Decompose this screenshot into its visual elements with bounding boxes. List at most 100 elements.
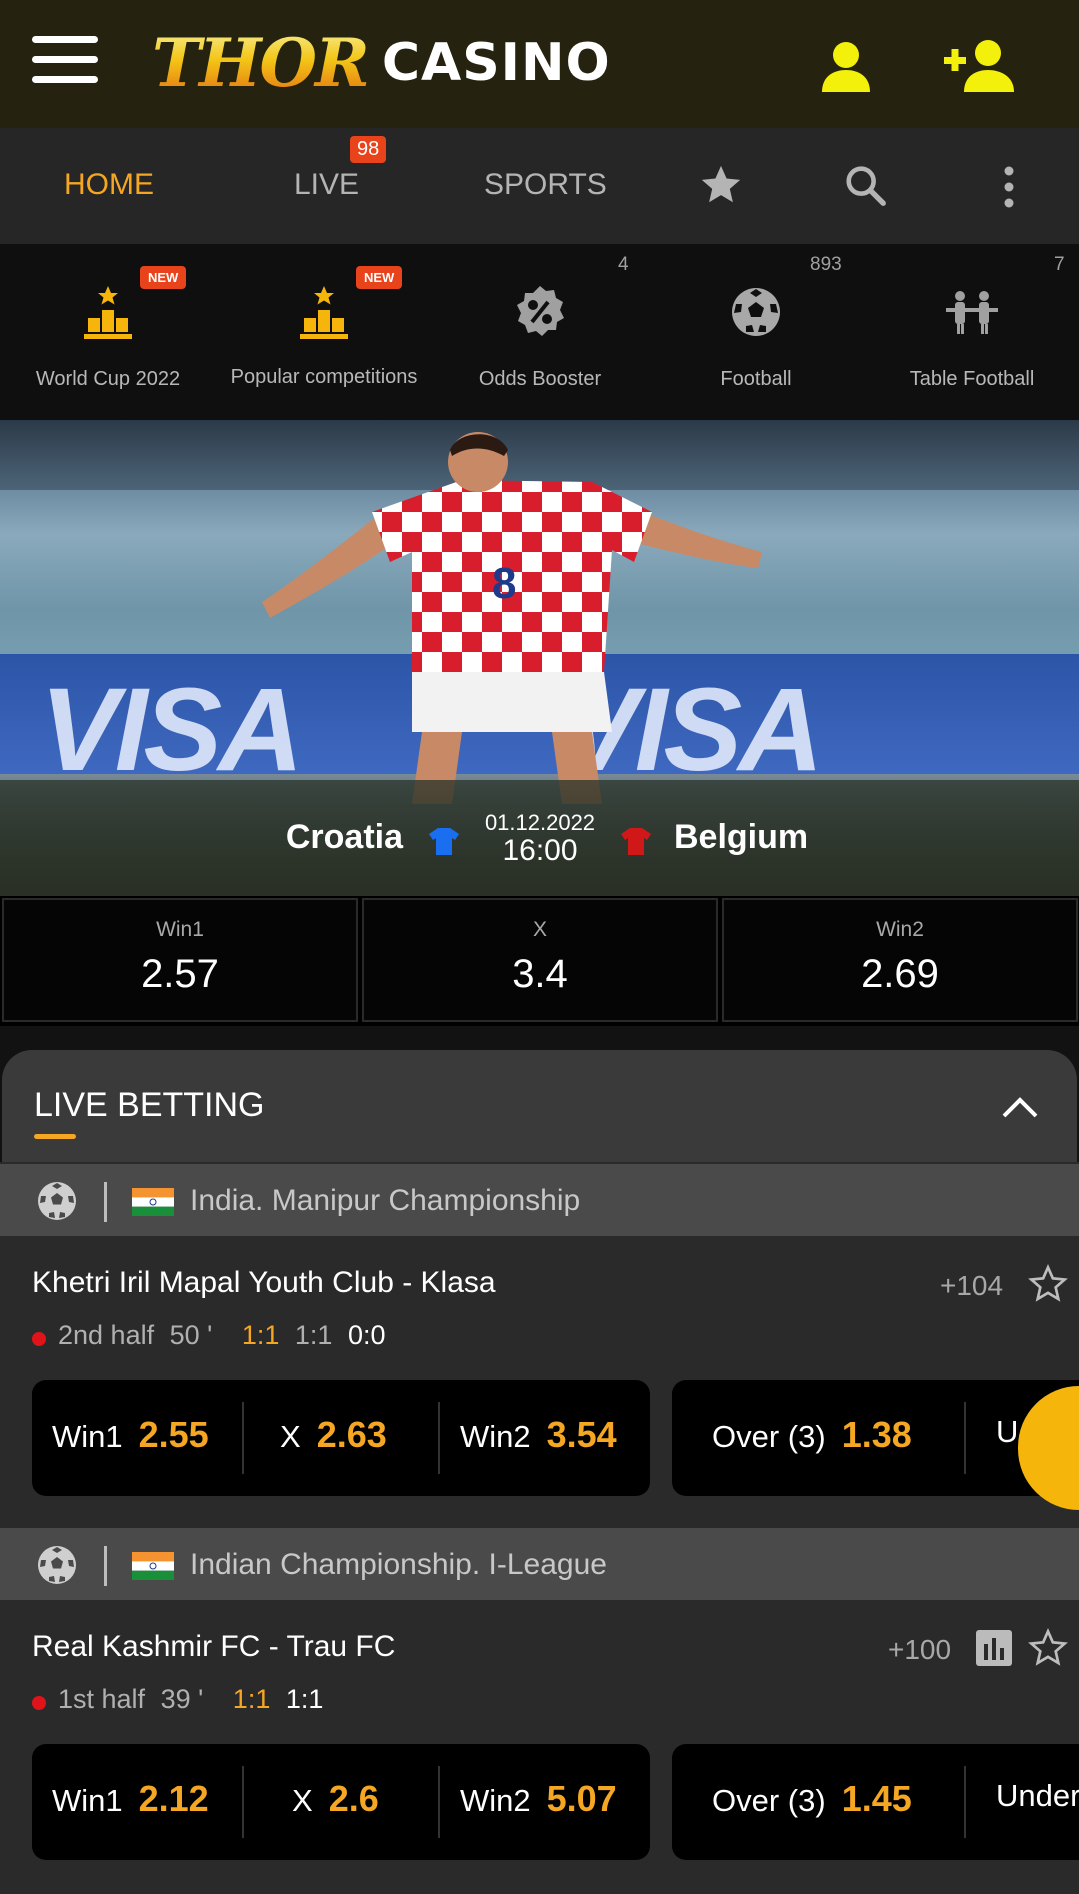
bet-under-button[interactable]: Under xyxy=(996,1778,1079,1814)
tab-live[interactable]: LIVE xyxy=(294,168,359,202)
bet-odd: 2.12 xyxy=(138,1778,209,1819)
bet-over-button[interactable]: Over (3) 1.45 xyxy=(712,1778,912,1820)
bet-win2-button[interactable]: Win2 5.07 xyxy=(460,1778,617,1820)
league-name: India. Manipur Championship xyxy=(190,1184,581,1217)
category-table-football[interactable]: 7 Table Football xyxy=(864,244,1079,420)
bet-under-button[interactable]: U xyxy=(996,1414,1018,1450)
add-user-icon[interactable] xyxy=(942,36,1018,94)
match-status: 1st half 39 ' 1:1 1:1 xyxy=(58,1684,323,1715)
match-title: Khetri Iril Mapal Youth Club - Klasa xyxy=(32,1266,496,1299)
divider xyxy=(438,1402,440,1474)
match-period: 1st half xyxy=(58,1684,146,1714)
main-nav: HOME LIVE 98 SPORTS xyxy=(0,128,1079,244)
bet-win1-button[interactable]: Win1 2.12 xyxy=(52,1778,209,1820)
match-minute: 50 ' xyxy=(169,1320,213,1350)
percent-badge-icon xyxy=(517,286,564,336)
main-odds-box: Win1 2.55 X 2.63 Win2 3.54 xyxy=(32,1380,650,1496)
match-minute: 39 ' xyxy=(160,1684,204,1714)
odd-win1-button[interactable]: Win1 2.57 xyxy=(2,898,358,1022)
divider xyxy=(964,1402,966,1474)
logo-thor-text: THOR xyxy=(152,24,370,102)
bet-label: X xyxy=(292,1783,313,1818)
odd-label: X xyxy=(532,918,547,941)
more-markets-count[interactable]: +100 xyxy=(888,1634,951,1666)
divider xyxy=(104,1546,107,1586)
tab-home[interactable]: HOME xyxy=(64,168,154,202)
football-icon xyxy=(38,1182,76,1220)
section-title: LIVE BETTING xyxy=(34,1086,265,1124)
live-dot xyxy=(32,1696,46,1710)
main-odds-box: Win1 2.12 X 2.6 Win2 5.07 xyxy=(32,1744,650,1860)
score-current: 1:1 xyxy=(285,1684,324,1714)
bet-odd: 2.6 xyxy=(328,1778,379,1819)
divider xyxy=(242,1766,244,1838)
statistics-icon[interactable] xyxy=(976,1630,1012,1666)
featured-match-banner[interactable]: VISA VISA 8 Croatia 01.12.2022 16:00 Bel… xyxy=(0,420,1079,896)
india-flag-icon xyxy=(132,1188,174,1216)
live-dot xyxy=(32,1332,46,1346)
user-icon[interactable] xyxy=(818,38,874,94)
more-options-icon[interactable] xyxy=(996,164,1022,210)
odd-value: 3.4 xyxy=(512,952,568,996)
svg-text:8: 8 xyxy=(492,559,516,608)
divider xyxy=(242,1402,244,1474)
more-markets-count[interactable]: +104 xyxy=(940,1270,1003,1302)
bet-win2-button[interactable]: Win2 3.54 xyxy=(460,1414,617,1456)
favorite-star-icon[interactable] xyxy=(1028,1628,1068,1668)
odd-win2-button[interactable]: Win2 2.69 xyxy=(722,898,1078,1022)
match-period: 2nd half xyxy=(58,1320,155,1350)
league-header[interactable]: Indian Championship. I-League xyxy=(0,1526,1079,1600)
favorite-star-icon[interactable] xyxy=(1028,1264,1068,1304)
live-match-card[interactable]: Khetri Iril Mapal Youth Club - Klasa +10… xyxy=(0,1236,1079,1526)
featured-odds-row: Win1 2.57 X 3.4 Win2 2.69 xyxy=(0,896,1079,1026)
bet-label: Win1 xyxy=(52,1419,123,1454)
league-name: Indian Championship. I-League xyxy=(190,1548,607,1581)
search-icon[interactable] xyxy=(842,162,888,208)
live-count-badge: 98 xyxy=(350,136,387,163)
live-match-card[interactable]: Real Kashmir FC - Trau FC +100 1st half … xyxy=(0,1600,1079,1894)
bet-over-button[interactable]: Over (3) 1.38 xyxy=(712,1414,912,1456)
bet-win1-button[interactable]: Win1 2.55 xyxy=(52,1414,209,1456)
chevron-up-icon[interactable] xyxy=(1000,1092,1040,1122)
category-popular-competitions[interactable]: NEW Popular competitions xyxy=(216,244,432,420)
football-icon xyxy=(38,1546,76,1584)
table-football-icon xyxy=(946,291,998,334)
live-betting-header[interactable]: LIVE BETTING xyxy=(2,1050,1077,1162)
league-header[interactable]: India. Manipur Championship xyxy=(0,1162,1079,1236)
bet-odd: 3.54 xyxy=(546,1414,617,1455)
thor-casino-logo[interactable]: THOR CASINO xyxy=(152,18,611,108)
bet-label: Over (3) xyxy=(712,1783,826,1818)
player-photo: 8 xyxy=(262,432,762,804)
odd-draw-button[interactable]: X 3.4 xyxy=(362,898,718,1022)
bet-odd: 2.63 xyxy=(316,1414,387,1455)
bet-draw-button[interactable]: X 2.63 xyxy=(280,1414,387,1456)
odd-value: 2.57 xyxy=(141,952,219,996)
category-world-cup-2022[interactable]: NEW World Cup 2022 xyxy=(0,244,216,420)
podium-trophy-icon xyxy=(300,286,348,339)
bet-draw-button[interactable]: X 2.6 xyxy=(292,1778,379,1820)
favorites-star-icon[interactable] xyxy=(698,162,744,208)
score-total: 1:1 xyxy=(241,1320,280,1350)
logo-casino-text: CASINO xyxy=(381,33,611,93)
category-odds-booster[interactable]: 4 Odds Booster xyxy=(432,244,648,420)
new-badge: NEW xyxy=(140,266,187,289)
app-header: THOR CASINO xyxy=(0,0,1079,128)
team1-shirt-icon xyxy=(429,828,459,855)
category-count: 893 xyxy=(810,254,842,275)
title-underline xyxy=(34,1134,76,1139)
divider xyxy=(104,1182,107,1222)
odd-label: Win1 xyxy=(156,918,204,941)
totals-odds-box: Over (3) 1.45 Under xyxy=(672,1744,1079,1860)
match-title: Real Kashmir FC - Trau FC xyxy=(32,1630,396,1663)
bet-label: X xyxy=(280,1419,301,1454)
new-badge: NEW xyxy=(356,266,403,289)
bet-label: Under xyxy=(996,1778,1079,1813)
score-current: 0:0 xyxy=(347,1320,386,1350)
tab-sports[interactable]: SPORTS xyxy=(484,168,607,202)
category-football[interactable]: 893 Football xyxy=(648,244,864,420)
menu-icon[interactable] xyxy=(32,34,98,86)
category-label: Popular competitions xyxy=(230,366,418,388)
india-flag-icon xyxy=(132,1552,174,1580)
category-label: Odds Booster xyxy=(478,368,602,390)
bet-label: U xyxy=(996,1414,1019,1449)
